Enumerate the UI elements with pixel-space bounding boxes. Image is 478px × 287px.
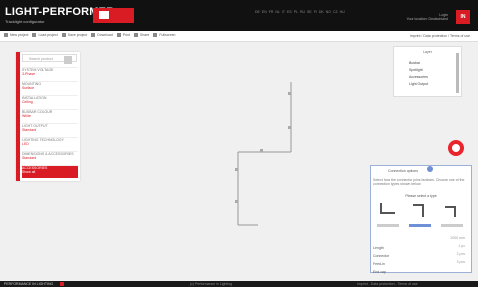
config-subtitle: Please select a type	[405, 194, 437, 198]
config-row-value: 1 pc	[458, 244, 465, 248]
panel-accent	[16, 52, 20, 181]
layer-scrollbar[interactable]	[456, 53, 459, 93]
filter-menu-item[interactable]: SYSTEM VOLTAGE 3-Phase	[22, 67, 78, 80]
config-row-value: 3 pcs	[456, 260, 465, 264]
spotlight-marker[interactable]	[260, 149, 263, 152]
config-row[interactable]: Feed-in 2 pcs	[373, 252, 467, 266]
option-select-left[interactable]	[377, 224, 399, 227]
info-icon[interactable]	[427, 166, 433, 172]
config-row-value: 2000 mm	[450, 236, 465, 240]
layer-item[interactable]: Accessories	[409, 75, 428, 79]
spotlight-marker[interactable]	[235, 168, 238, 171]
filter-menu-item[interactable]: DIMENSIONS & ACCESSORIES Standard	[22, 151, 78, 164]
filter-menu-item[interactable]: INSTALLATION Ceiling	[22, 95, 78, 108]
filter-menu-value: 3-Phase	[22, 72, 36, 76]
record-icon[interactable]	[448, 140, 464, 156]
filter-menu-value: White	[22, 114, 31, 118]
footer-bar: PERFORMANCE IN LIGHTING (c) Performance …	[0, 281, 478, 287]
filter-menu-item[interactable]: MOUNTING Surface	[22, 81, 78, 94]
connector-option-middle[interactable]	[409, 199, 431, 221]
close-icon[interactable]	[64, 56, 72, 64]
footer-copyright: (c) Performance in Lighting	[190, 282, 233, 286]
config-row[interactable]: Length 2000 mm	[373, 236, 467, 250]
filter-menu-value: Show all	[22, 170, 36, 174]
layer-panel: Layer Busbar Spotlight Accessories Light Ou…	[393, 46, 462, 97]
config-row-value: 2 pcs	[456, 252, 465, 256]
spotlight-marker[interactable]	[288, 92, 291, 95]
layer-panel-title: Layer	[423, 50, 432, 54]
filter-menu-value: Surface	[22, 86, 35, 90]
option-select-middle[interactable]	[409, 224, 431, 227]
filter-panel: Search product SYSTEM VOLTAGE 3-Phase MOUN…	[16, 52, 80, 181]
config-row[interactable]: Connector 1 pc	[373, 244, 467, 258]
config-title: Connection options	[388, 169, 418, 173]
layer-item[interactable]: Light Output	[409, 82, 428, 86]
filter-menu-item[interactable]: BUSBAR COLOUR White	[22, 109, 78, 122]
layer-item[interactable]: Spotlight	[409, 68, 423, 72]
filter-menu-value: Standard	[22, 128, 37, 132]
footer-logo-icon	[60, 282, 64, 286]
connector-option-left[interactable]	[377, 199, 399, 221]
layer-item[interactable]: Busbar	[409, 61, 420, 65]
connector-option-right[interactable]	[441, 199, 463, 221]
option-select-right[interactable]	[441, 224, 463, 227]
config-row-label: End cap	[373, 270, 386, 274]
filter-menu-value: Ceiling	[22, 100, 33, 104]
footer-brand[interactable]: PERFORMANCE IN LIGHTING	[4, 282, 53, 286]
filter-menu-value: Standard	[22, 156, 37, 160]
filter-menu-value: LED	[22, 142, 29, 146]
filter-menu-item[interactable]: ACCESSORIES Show all	[22, 165, 78, 178]
spotlight-marker[interactable]	[235, 200, 238, 203]
footer-links[interactable]: Imprint - Data protection - Terms of use	[357, 282, 418, 286]
config-description: Select how the connector joins busbars. …	[373, 178, 465, 186]
filter-menu-item[interactable]: LIGHTING TECHNOLOGY LED	[22, 137, 78, 150]
config-row[interactable]: End cap 3 pcs	[373, 260, 467, 274]
connection-config-panel: Connection options Select how the connec…	[370, 165, 472, 274]
spotlight-marker[interactable]	[288, 126, 291, 129]
filter-menu-item[interactable]: LIGHT OUTPUT Standard	[22, 123, 78, 136]
